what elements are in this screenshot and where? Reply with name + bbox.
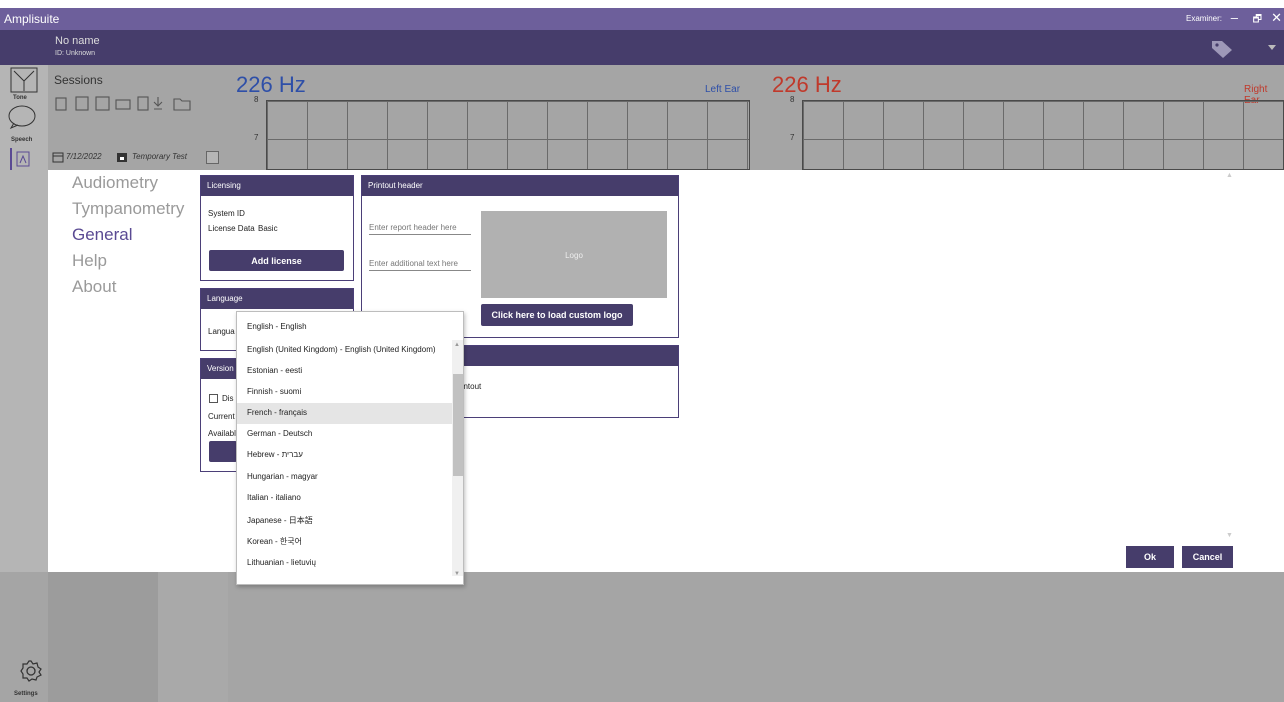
session-calendar-icon[interactable] xyxy=(116,151,128,163)
current-version-label: Current xyxy=(208,412,235,421)
system-id-label: System ID xyxy=(208,209,245,218)
right-tick-7: 7 xyxy=(790,133,795,142)
add-license-button[interactable]: Add license xyxy=(209,250,344,271)
left-graph-grid xyxy=(266,100,750,170)
language-option[interactable]: German - Deutsch xyxy=(237,424,452,445)
sessions-title: Sessions xyxy=(54,73,103,87)
right-tick-8: 8 xyxy=(790,95,795,104)
language-option[interactable]: Lithuanian - lietuvių xyxy=(237,553,452,574)
language-dropdown[interactable]: English - English English (United Kingdo… xyxy=(236,311,464,585)
license-data-label: License Data xyxy=(208,224,255,233)
examiner-label[interactable]: Examiner: xyxy=(1186,14,1222,23)
language-option[interactable]: Estonian - eesti xyxy=(237,361,452,382)
licensing-header: Licensing xyxy=(201,176,353,196)
restore-button[interactable]: 🗗 xyxy=(1253,12,1262,29)
session-name[interactable]: Temporary Test xyxy=(132,152,187,161)
version-checkbox-label: Dis xyxy=(222,394,234,403)
minimize-button[interactable]: – xyxy=(1231,10,1238,25)
scroll-up-indicator: ▲ xyxy=(1226,172,1233,179)
language-option-highlighted[interactable]: French - français xyxy=(237,403,452,424)
app-title: Amplisuite xyxy=(4,12,60,26)
settings-nav-audiometry[interactable]: Audiometry xyxy=(72,173,158,193)
settings-page: Audiometry Tympanometry General Help Abo… xyxy=(48,170,1284,572)
cancel-button[interactable]: Cancel xyxy=(1182,546,1233,568)
license-data-value: Basic xyxy=(258,224,278,233)
left-graph-title: 226 Hz xyxy=(236,72,306,97)
left-ear-label: Left Ear xyxy=(705,84,741,95)
patient-id: ID: Unknown xyxy=(55,50,96,57)
scroll-up-arrow-icon[interactable]: ▲ xyxy=(454,342,460,348)
language-option[interactable]: Korean - 한국어 xyxy=(237,531,452,552)
check-update-button[interactable] xyxy=(209,441,237,462)
settings-nav-about[interactable]: About xyxy=(72,277,116,297)
tone-icon[interactable] xyxy=(10,67,38,93)
session-toolbar xyxy=(55,96,191,111)
bottom-area xyxy=(0,572,1284,702)
language-option[interactable]: English - English xyxy=(237,317,452,338)
bottom-column-1 xyxy=(48,572,158,702)
printout-header-title: Printout header xyxy=(362,176,678,196)
right-graph-grid xyxy=(802,100,1284,170)
settings-nav-tympanometry[interactable]: Tympanometry xyxy=(72,199,184,219)
dropdown-scrollbar-thumb[interactable] xyxy=(453,374,463,476)
language-option[interactable]: Finnish - suomi xyxy=(237,382,452,403)
load-logo-button[interactable]: Click here to load custom logo xyxy=(481,304,633,326)
additional-text-input[interactable]: Enter additional text here xyxy=(369,259,471,271)
available-version-label: Availabl xyxy=(208,429,236,438)
language-option[interactable]: Japanese - 日本語 xyxy=(237,510,452,531)
licensing-panel: Licensing System ID License Data Basic A… xyxy=(200,175,354,281)
left-tick-7: 7 xyxy=(254,133,259,142)
language-label: Langua xyxy=(208,327,235,336)
language-option[interactable]: Hungarian - magyar xyxy=(237,467,452,488)
session-date[interactable]: 7/12/2022 xyxy=(66,152,102,161)
ok-button[interactable]: Ok xyxy=(1126,546,1174,568)
right-graph-title: 226 Hz xyxy=(772,72,842,97)
language-option[interactable]: English (United Kingdom) - English (Unit… xyxy=(237,340,452,361)
speech-label: Speech xyxy=(11,137,33,143)
scroll-down-indicator: ▼ xyxy=(1226,532,1233,539)
language-header: Language xyxy=(201,289,353,309)
calendar-icon[interactable] xyxy=(52,151,64,163)
settings-icon[interactable] xyxy=(19,659,43,683)
title-bar: Amplisuite Examiner: – 🗗 ✕ xyxy=(0,8,1284,30)
tag-icon[interactable] xyxy=(1210,37,1234,59)
left-tick-8: 8 xyxy=(254,95,259,104)
patient-bar: No name ID: Unknown xyxy=(0,30,1284,65)
close-button[interactable]: ✕ xyxy=(1271,10,1282,26)
logo-preview[interactable]: Logo xyxy=(481,211,667,298)
scroll-down-arrow-icon[interactable]: ▼ xyxy=(454,571,460,577)
language-option[interactable]: Hebrew - עברית xyxy=(237,445,452,466)
tympanometry-icon[interactable] xyxy=(16,151,30,167)
report-header-input[interactable]: Enter report header here xyxy=(369,223,471,235)
settings-nav-general[interactable]: General xyxy=(72,225,132,245)
nav-active-indicator xyxy=(10,148,12,170)
settings-nav-help[interactable]: Help xyxy=(72,251,107,271)
patient-name[interactable]: No name xyxy=(55,35,100,47)
chevron-down-icon[interactable] xyxy=(1268,45,1276,51)
language-option[interactable]: Italian - italiano xyxy=(237,488,452,509)
version-checkbox[interactable] xyxy=(209,394,218,403)
tone-label: Tone xyxy=(13,95,27,101)
sessions-panel: Sessions 7/12/2022 Temporary Test xyxy=(48,65,228,170)
session-checkbox[interactable] xyxy=(206,151,219,164)
settings-nav-label[interactable]: Settings xyxy=(14,691,38,697)
speech-icon[interactable] xyxy=(6,105,38,129)
bottom-column-2 xyxy=(158,572,228,702)
